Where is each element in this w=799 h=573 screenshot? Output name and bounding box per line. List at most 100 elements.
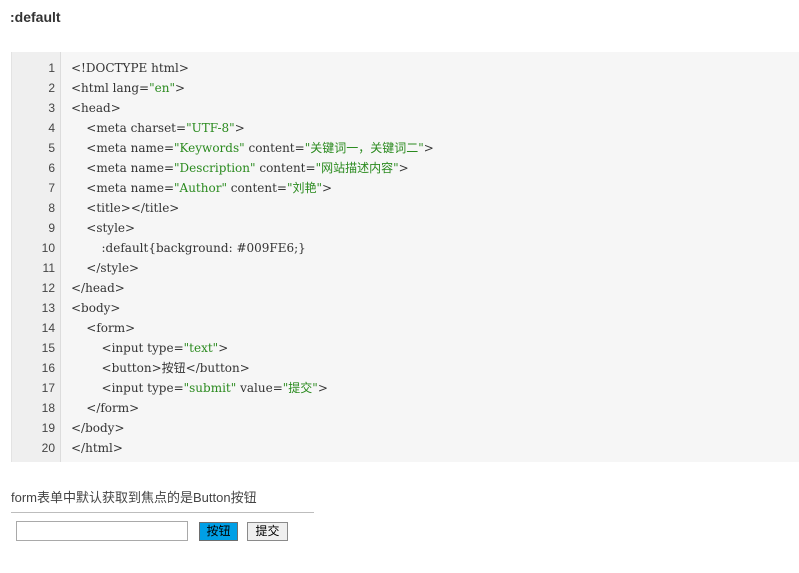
code-token: </body> [71, 421, 125, 435]
code-token: <meta name= [71, 161, 175, 175]
code-line: 17 <input type="submit" value="提交"> [12, 378, 799, 398]
code-line: 2 <html lang="en"> [12, 78, 799, 98]
line-number: 16 [41, 361, 55, 375]
code-line: 6 <meta name="Description" content="网站描述… [12, 158, 799, 178]
code-line: 1 <!DOCTYPE html> [12, 58, 799, 78]
divider [11, 512, 314, 513]
code-token: <button>按钮</button> [71, 361, 250, 375]
code-line: 14 <form> [12, 318, 799, 338]
line-number: 14 [41, 321, 55, 335]
code-text: :default{background: #009FE6;} [71, 238, 306, 258]
code-token: > [322, 181, 333, 195]
code-token: #009FE6 [236, 241, 295, 255]
code-string-token: "submit" [183, 381, 237, 395]
code-token: <style> [71, 221, 136, 235]
code-line: 18 </form> [12, 398, 799, 418]
code-token: <meta name= [71, 141, 175, 155]
code-token: content= [255, 161, 316, 175]
code-text: </style> [71, 258, 139, 278]
code-token: > [174, 81, 186, 95]
code-text: <meta name="Author" content="刘艳"> [71, 178, 332, 198]
code-line: 7 <meta name="Author" content="刘艳"> [12, 178, 799, 198]
page-title: :default [10, 9, 61, 25]
code-string-token: "Author" [174, 181, 227, 195]
code-string-token: "关键词一，关键词二" [304, 141, 424, 155]
code-token: <input type= [71, 381, 184, 395]
line-number: 12 [41, 281, 55, 295]
code-token: <head> [71, 101, 121, 115]
code-line: 5 <meta name="Keywords" content="关键词一，关键… [12, 138, 799, 158]
code-text: <form> [71, 318, 135, 338]
line-number: 10 [41, 241, 55, 255]
code-text: </html> [71, 438, 123, 458]
line-number: 1 [48, 61, 55, 75]
line-number: 2 [48, 81, 55, 95]
code-string-token: "网站描述内容" [315, 161, 399, 175]
code-line: 20 </html> [12, 438, 799, 458]
code-text: <style> [71, 218, 135, 238]
code-token: :default{background: [71, 241, 237, 255]
code-text: <title></title> [71, 198, 179, 218]
code-line: 15 <input type="text"> [12, 338, 799, 358]
code-token: content= [226, 181, 287, 195]
line-number: 3 [48, 101, 55, 115]
code-token: </head> [71, 281, 125, 295]
demo-submit-button[interactable]: 提交 [247, 522, 288, 541]
code-text: <input type="text"> [71, 338, 229, 358]
code-line: 8 <title></title> [12, 198, 799, 218]
description-text: form表单中默认获取到焦点的是Button按钮 [11, 490, 257, 505]
code-text: </head> [71, 278, 125, 298]
line-number: 5 [48, 141, 55, 155]
line-number: 17 [41, 381, 55, 395]
code-line: 11 </style> [12, 258, 799, 278]
code-text: <meta name="Keywords" content="关键词一，关键词二… [71, 138, 434, 158]
code-line: 9 <style> [12, 218, 799, 238]
code-line: 10 :default{background: #009FE6;} [12, 238, 799, 258]
code-string-token: "刘艳" [287, 181, 323, 195]
code-token: <html lang= [71, 81, 150, 95]
code-string-token: "Keywords" [174, 141, 245, 155]
line-number: 19 [41, 421, 55, 435]
line-number: 15 [41, 341, 55, 355]
code-string-token: "UTF-8" [186, 121, 235, 135]
code-line: 12 </head> [12, 278, 799, 298]
code-token: <!DOCTYPE html> [71, 61, 189, 75]
code-line: 4 <meta charset="UTF-8"> [12, 118, 799, 138]
code-token: <title></title> [71, 201, 180, 215]
code-text: <html lang="en"> [71, 78, 185, 98]
code-token: <input type= [71, 341, 184, 355]
code-token: <body> [71, 301, 121, 315]
code-text: <input type="submit" value="提交"> [71, 378, 328, 398]
code-token: </form> [71, 401, 140, 415]
demo-text-input[interactable] [16, 521, 188, 541]
code-token: <form> [71, 321, 136, 335]
code-text: </body> [71, 418, 125, 438]
code-line: 3 <head> [12, 98, 799, 118]
line-number: 6 [48, 161, 55, 175]
line-number: 13 [41, 301, 55, 315]
code-lines: 1 <!DOCTYPE html> 2 <html lang="en"> 3 <head>… [12, 58, 799, 458]
code-text: <button>按钮</button> [71, 358, 250, 378]
code-token: > [398, 161, 409, 175]
code-token: <meta name= [71, 181, 175, 195]
code-token: </html> [71, 441, 123, 455]
code-string-token: "提交" [282, 381, 318, 395]
code-token: content= [244, 141, 305, 155]
code-block: 1 <!DOCTYPE html> 2 <html lang="en"> 3 <head>… [11, 52, 799, 462]
line-number: 7 [48, 181, 55, 195]
code-token: ;} [294, 241, 306, 255]
code-token: > [423, 141, 434, 155]
code-text: <!DOCTYPE html> [71, 58, 189, 78]
line-number: 20 [41, 441, 55, 455]
code-token: > [218, 341, 229, 355]
code-string-token: "en" [149, 81, 175, 95]
code-line: 19 </body> [12, 418, 799, 438]
demo-button[interactable]: 按钮 [199, 522, 238, 541]
line-number: 18 [41, 401, 55, 415]
code-text: <body> [71, 298, 120, 318]
code-text: <head> [71, 98, 121, 118]
code-string-token: "Description" [174, 161, 256, 175]
code-line: 16 <button>按钮</button> [12, 358, 799, 378]
code-string-token: "text" [183, 341, 219, 355]
code-text: </form> [71, 398, 139, 418]
